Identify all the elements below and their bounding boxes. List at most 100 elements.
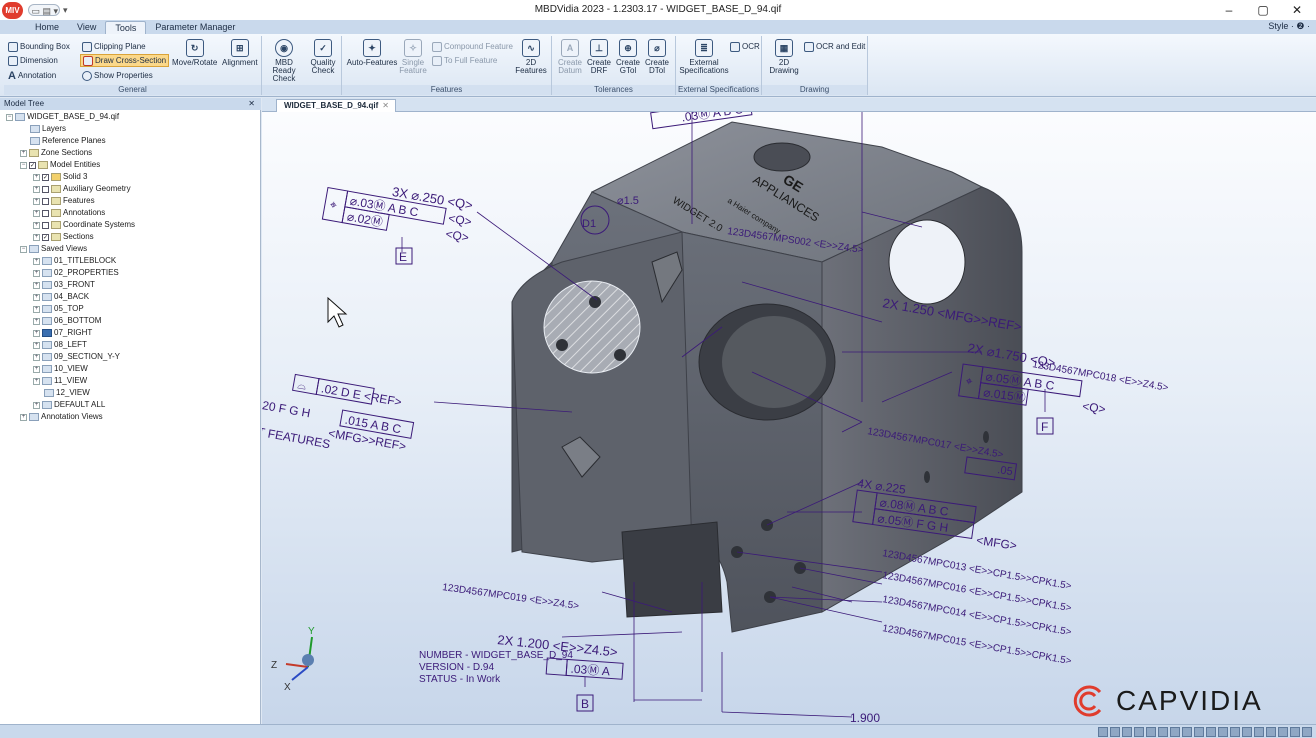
expand-icon[interactable]: + (33, 197, 40, 205)
status-tool-icon[interactable] (1158, 727, 1168, 737)
checkbox[interactable]: ✓ (29, 161, 36, 169)
single-feature-button[interactable]: ✧ Single Feature (398, 39, 428, 75)
saved-view-item[interactable]: +09_SECTION_Y-Y (33, 351, 120, 363)
to-full-feature-button[interactable]: To Full Feature (432, 54, 497, 67)
create-dtol-button[interactable]: ⌀ Create DTol (643, 39, 671, 75)
restore-button[interactable]: ▢ (1246, 0, 1280, 20)
expand-icon[interactable]: + (33, 305, 40, 313)
tree-node-root[interactable]: − WIDGET_BASE_D_94.qif (6, 111, 119, 123)
hole-callout-3x[interactable]: 3X ⌀.250 <Q> ⌖ ⌀.03Ⓜ A B C ⌀.02Ⓜ <Q> <Q> (321, 173, 475, 245)
expand-icon[interactable]: + (33, 209, 40, 217)
create-drf-button[interactable]: ⊥ Create DRF (585, 39, 613, 75)
2d-features-button[interactable]: ∿ 2D Features (512, 39, 550, 75)
3d-viewport[interactable]: GE APPLIANCES a Haier company WIDGET 2.0 (262, 112, 1316, 724)
minimize-button[interactable]: – (1212, 0, 1246, 20)
tree-node-sections[interactable]: + ✓ Sections (33, 231, 94, 243)
expand-icon[interactable]: + (33, 377, 40, 385)
expand-icon[interactable]: + (33, 269, 40, 277)
checkbox[interactable] (42, 209, 49, 217)
status-tool-icon[interactable] (1302, 727, 1312, 737)
saved-view-item[interactable]: +03_FRONT (33, 279, 95, 291)
show-properties-button[interactable]: Show Properties (82, 69, 153, 82)
expand-icon[interactable]: + (33, 329, 40, 337)
tree-node-solid[interactable]: + ✓ Solid 3 (33, 171, 87, 183)
checkbox[interactable] (42, 185, 49, 193)
saved-view-item[interactable]: +01_TITLEBLOCK (33, 255, 116, 267)
status-tool-icon[interactable] (1170, 727, 1180, 737)
2d-drawing-button[interactable]: ▦ 2D Drawing (766, 39, 802, 75)
expand-icon[interactable]: + (33, 173, 40, 181)
bounding-box-button[interactable]: Bounding Box (8, 40, 70, 53)
dimension-button[interactable]: Dimension (8, 54, 58, 67)
expand-icon[interactable]: + (33, 293, 40, 301)
saved-view-item[interactable]: +06_BOTTOM (33, 315, 101, 327)
alignment-button[interactable]: ⊞ Alignment (222, 39, 258, 67)
expand-icon[interactable]: + (33, 401, 40, 409)
saved-view-item[interactable]: +10_VIEW (33, 363, 88, 375)
ocr-and-edit-button[interactable]: OCR and Edit (804, 40, 865, 53)
part-solid[interactable] (511, 121, 1023, 633)
status-tool-icon[interactable] (1290, 727, 1300, 737)
tree-node-reference-planes[interactable]: Reference Planes (30, 135, 106, 147)
create-gtol-button[interactable]: ⊕ Create GTol (614, 39, 642, 75)
document-tab[interactable]: WIDGET_BASE_D_94.qif ✕ (276, 99, 396, 112)
expand-icon[interactable]: + (33, 353, 40, 361)
draw-cross-section-button[interactable]: Draw Cross-Section (80, 54, 170, 67)
expand-icon[interactable]: + (33, 221, 40, 229)
clipping-plane-button[interactable]: Clipping Plane (82, 40, 146, 53)
saved-view-item[interactable]: 12_VIEW (44, 387, 90, 399)
ocr-button[interactable]: OCR (730, 40, 760, 53)
saved-view-item[interactable]: +02_PROPERTIES (33, 267, 119, 279)
tab-home[interactable]: Home (26, 21, 68, 34)
status-tool-icon[interactable] (1182, 727, 1192, 737)
checkbox[interactable]: ✓ (42, 233, 49, 241)
saved-view-item-active[interactable]: +07_RIGHT (33, 327, 92, 339)
document-tab-close-icon[interactable]: ✕ (382, 100, 389, 112)
tree-node-auxiliary-geometry[interactable]: + Auxiliary Geometry (33, 183, 131, 195)
tree-node-features[interactable]: + Features (33, 195, 95, 207)
status-tool-icon[interactable] (1146, 727, 1156, 737)
quick-access-customize-icon[interactable]: ▾ (63, 4, 68, 16)
external-specifications-button[interactable]: ≣ External Specifications (678, 39, 730, 75)
tree-node-saved-views[interactable]: − Saved Views (20, 243, 87, 255)
style-menu[interactable]: Style · ❷ · (1268, 21, 1310, 32)
status-tool-icon[interactable] (1194, 727, 1204, 737)
expand-icon[interactable]: + (33, 341, 40, 349)
compound-feature-button[interactable]: Compound Feature (432, 40, 513, 53)
model-tree-close-icon[interactable]: ✕ (248, 98, 255, 110)
close-button[interactable]: ✕ (1280, 0, 1314, 20)
saved-view-item[interactable]: +08_LEFT (33, 339, 87, 351)
model-canvas[interactable]: GE APPLIANCES a Haier company WIDGET 2.0 (262, 112, 1316, 724)
tree-node-annotation-views[interactable]: + Annotation Views (20, 411, 103, 423)
move-rotate-button[interactable]: ↻ Move/Rotate (172, 39, 217, 67)
mbd-ready-check-button[interactable]: ◉ MBD Ready Check (264, 39, 304, 83)
expand-icon[interactable]: + (20, 149, 27, 157)
expand-icon[interactable]: + (33, 281, 40, 289)
status-tool-icon[interactable] (1134, 727, 1144, 737)
status-tool-icon[interactable] (1122, 727, 1132, 737)
quick-access-new-open[interactable]: ▭ ▤ ▾ (28, 4, 60, 16)
collapse-icon[interactable]: − (20, 161, 27, 169)
saved-view-item[interactable]: +05_TOP (33, 303, 84, 315)
expand-icon[interactable]: + (33, 185, 40, 193)
expand-icon[interactable]: + (20, 413, 27, 421)
status-tool-icon[interactable] (1230, 727, 1240, 737)
tree-node-zone-sections[interactable]: + Zone Sections (20, 147, 92, 159)
status-tool-icon[interactable] (1206, 727, 1216, 737)
status-tool-icon[interactable] (1110, 727, 1120, 737)
status-tool-icon[interactable] (1254, 727, 1264, 737)
fcf-bottom[interactable]: .03Ⓜ A (545, 657, 624, 680)
status-tool-icon[interactable] (1242, 727, 1252, 737)
tab-view[interactable]: View (68, 21, 105, 34)
auto-features-button[interactable]: ✦ Auto-Features (346, 39, 398, 67)
tab-tools[interactable]: Tools (105, 21, 147, 34)
collapse-icon[interactable]: − (20, 245, 27, 253)
status-tool-icon[interactable] (1278, 727, 1288, 737)
create-datum-button[interactable]: A Create Datum (556, 39, 584, 75)
expand-icon[interactable]: + (33, 365, 40, 373)
fcf-left-profile[interactable]: ⌓ .02 D E <REF> (292, 373, 403, 409)
tree-node-annotations[interactable]: + Annotations (33, 207, 105, 219)
tree-node-model-entities[interactable]: − ✓ Model Entities (20, 159, 100, 171)
app-menu-button[interactable]: MIV (2, 1, 23, 19)
expand-icon[interactable]: + (33, 317, 40, 325)
